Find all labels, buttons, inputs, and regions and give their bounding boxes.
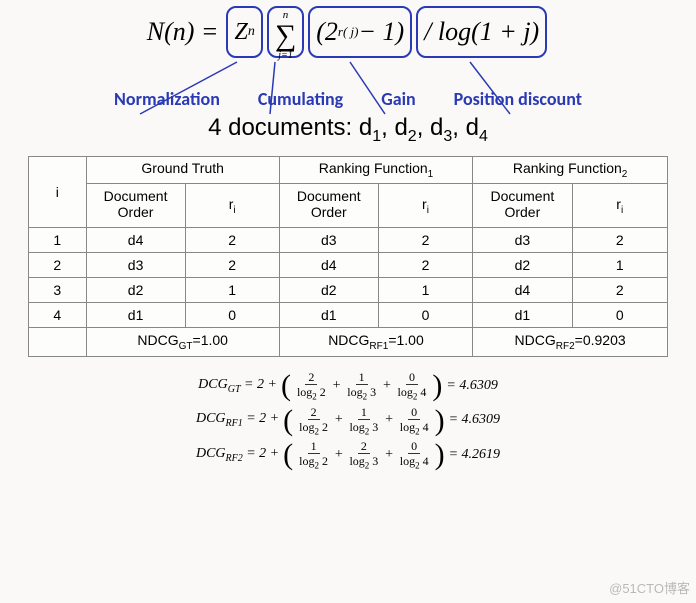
dcg-equation: DCGRF2 = 2 + (1log2 2 + 2log2 3 + 0log2 … <box>0 440 696 470</box>
table-row: 2d32d42d21 <box>29 253 668 278</box>
dcg-equation: DCGRF1 = 2 + (2log2 2 + 1log2 3 + 0log2 … <box>0 406 696 436</box>
label-gain: Gain <box>381 88 415 110</box>
label-normalization: Normalization <box>114 88 220 110</box>
documents-heading: 4 documents: d1, d2, d3, d4 <box>0 114 696 146</box>
position-discount-term: / log(1 + j) <box>416 6 547 58</box>
col-group-rf2: Ranking Function2 <box>473 156 668 183</box>
col-group-rf1: Ranking Function1 <box>279 156 472 183</box>
label-position-discount: Position discount <box>454 88 582 110</box>
dcg-equation: DCGGT = 2 + (2log2 2 + 1log2 3 + 0log2 4… <box>0 371 696 401</box>
gain-term: (2r( j) − 1) <box>308 6 412 58</box>
label-cumulating: Cumulating <box>258 88 343 110</box>
table-row: 1d42d32d32 <box>29 228 668 253</box>
normalization-term: Zn <box>226 6 262 58</box>
table-row: 4d10d10d10 <box>29 303 668 328</box>
ndcg-formula: N(n) = Zn n ∑ j=1 (2r( j) − 1) / log(1 +… <box>0 0 696 96</box>
ndcg-summary-row: NDCGGT=1.00 NDCGRF1=1.00 NDCGRF2=0.9203 <box>29 328 668 357</box>
table-row: 3d21d21d42 <box>29 278 668 303</box>
sub-header-row: Document Order ri Document Order ri Docu… <box>29 183 668 228</box>
watermark: @51CTO博客 <box>609 578 690 597</box>
col-i: i <box>29 156 87 228</box>
cumulating-term: n ∑ j=1 <box>267 6 304 58</box>
col-group-gt: Ground Truth <box>86 156 279 183</box>
formula-labels: Normalization Cumulating Gain Position d… <box>0 88 696 110</box>
ndcg-table: i Ground Truth Ranking Function1 Ranking… <box>28 156 668 357</box>
formula-lhs: N(n) = <box>147 17 225 47</box>
dcg-equations: DCGGT = 2 + (2log2 2 + 1log2 3 + 0log2 4… <box>0 371 696 470</box>
